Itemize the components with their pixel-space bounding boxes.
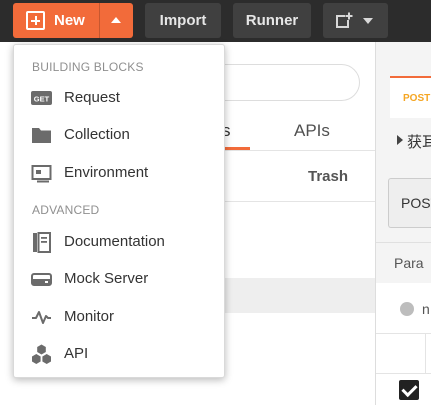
svg-text:GET: GET — [34, 95, 50, 104]
tabs-divider — [200, 150, 375, 151]
request-tab-method: POST — [403, 93, 431, 104]
menu-item-request[interactable]: GET Request — [14, 81, 224, 117]
folder-icon — [32, 128, 51, 143]
menu-item-label: Collection — [64, 126, 130, 143]
import-button[interactable]: Import — [145, 3, 221, 38]
method-select-label: POST — [401, 195, 431, 211]
request-tab[interactable]: POST — [390, 76, 431, 118]
new-button-label: New — [54, 12, 85, 29]
radio-icon[interactable] — [400, 302, 414, 316]
new-window-button[interactable] — [323, 3, 388, 38]
menu-item-label: API — [64, 345, 89, 362]
trash-divider — [200, 201, 375, 202]
new-button-group: New — [13, 3, 133, 38]
request-name: 获耳 — [407, 134, 431, 151]
top-toolbar: New Import Runner — [0, 0, 431, 42]
table-column-divider — [425, 333, 426, 373]
plus-square-icon — [26, 11, 45, 30]
expand-arrow-icon[interactable] — [397, 135, 403, 145]
menu-item-mock-server[interactable]: Mock Server — [14, 262, 224, 298]
menu-item-label: Environment — [64, 164, 149, 181]
mock-server-icon — [31, 273, 52, 286]
runner-button[interactable]: Runner — [233, 3, 311, 38]
menu-item-environment[interactable]: Environment — [14, 156, 224, 192]
new-window-caret-icon — [363, 18, 373, 24]
new-dropdown-caret-icon[interactable] — [100, 3, 133, 38]
section-header-building-blocks: BUILDING BLOCKS — [32, 60, 144, 74]
monitor-pulse-icon — [32, 311, 51, 324]
row-checkbox[interactable] — [399, 380, 419, 400]
get-request-icon: GET — [31, 91, 52, 105]
menu-item-api[interactable]: API — [14, 337, 224, 373]
documentation-icon — [33, 232, 51, 253]
new-button[interactable]: New — [13, 3, 99, 38]
menu-item-collection[interactable]: Collection — [14, 118, 224, 154]
table-row-divider — [376, 373, 431, 374]
api-hexagons-icon — [32, 344, 51, 364]
new-window-icon — [336, 12, 353, 28]
menu-item-monitor[interactable]: Monitor — [14, 300, 224, 336]
params-divider — [376, 242, 431, 243]
menu-item-label: Request — [64, 89, 120, 106]
new-dropdown-menu: BUILDING BLOCKS GET Request Collection E… — [13, 44, 225, 378]
menu-item-label: Mock Server — [64, 270, 149, 287]
menu-item-label: Documentation — [64, 233, 165, 250]
selected-list-item[interactable] — [200, 278, 375, 313]
table-row-divider — [376, 333, 431, 334]
menu-item-documentation[interactable]: Documentation — [14, 225, 224, 261]
params-row-text: n — [422, 301, 430, 317]
tab-params[interactable]: Para — [394, 255, 424, 271]
section-header-advanced: ADVANCED — [32, 203, 100, 217]
environment-icon — [31, 165, 52, 183]
trash-button[interactable]: Trash — [308, 168, 348, 185]
method-select[interactable]: POST — [388, 178, 431, 228]
menu-item-label: Monitor — [64, 308, 115, 325]
tab-apis[interactable]: APIs — [294, 121, 330, 141]
